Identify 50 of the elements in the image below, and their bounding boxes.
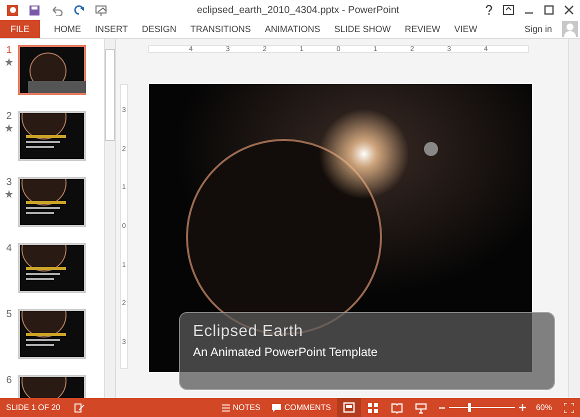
slide-thumbnail[interactable] [18, 45, 86, 95]
zoom-out-button[interactable] [438, 404, 445, 410]
slide-counter: SLIDE 1 OF 20 [6, 403, 60, 412]
normal-view-button[interactable] [336, 398, 361, 417]
vertical-scrollbar[interactable] [568, 39, 580, 398]
fit-to-window-icon[interactable] [564, 402, 574, 412]
zoom-level: 60% [536, 403, 552, 412]
slide-thumbnail[interactable] [18, 111, 86, 161]
slide-number: 1 [6, 45, 12, 56]
scrollbar-thumb[interactable] [105, 49, 115, 141]
ribbon-tab[interactable]: VIEW [454, 24, 478, 34]
ribbon-tab[interactable]: SLIDE SHOW [334, 24, 391, 34]
lines-icon [222, 404, 230, 412]
close-icon[interactable] [564, 5, 574, 15]
reading-view-icon [390, 402, 403, 414]
undo-icon[interactable] [50, 4, 64, 16]
ribbon-tab[interactable]: REVIEW [404, 24, 440, 34]
file-tab[interactable]: FILE [0, 20, 40, 38]
help-icon[interactable] [485, 5, 493, 15]
ribbon-tab[interactable]: ANIMATIONS [264, 24, 320, 34]
ribbon-tab[interactable]: DESIGN [142, 24, 176, 34]
speech-bubble-icon [272, 404, 282, 412]
ribbon-tab[interactable]: TRANSITIONS [190, 24, 251, 34]
spelling-icon[interactable] [74, 402, 86, 412]
slide-number: 6 [6, 375, 12, 386]
save-icon[interactable] [29, 4, 40, 16]
slide-number: 4 [6, 243, 12, 254]
slide-number: 2 [6, 111, 12, 122]
zoom-slider-thumb[interactable] [468, 403, 472, 412]
slide-title: Eclipsed Earth [193, 323, 304, 341]
slide-subtitle: An Animated PowerPoint Template [193, 345, 379, 359]
maximize-icon[interactable] [544, 5, 554, 15]
slide-thumbnail[interactable] [18, 243, 86, 293]
normal-view-icon [342, 402, 355, 414]
slideshow-view-icon [414, 402, 427, 414]
ribbon-tab[interactable]: INSERT [95, 24, 128, 34]
notes-button[interactable]: NOTES [216, 403, 266, 412]
redo-icon[interactable] [74, 4, 85, 16]
comments-button[interactable]: COMMENTS [266, 403, 337, 412]
slide-number: 3 [6, 177, 12, 188]
slide-number: 5 [6, 309, 12, 320]
ribbon-display-icon[interactable] [503, 5, 514, 15]
sorter-view-icon [366, 402, 379, 414]
window-title: eclipsed_earth_2010_4304.pptx - PowerPoint [196, 4, 400, 16]
slide-thumbnail[interactable] [18, 309, 86, 359]
app-logo-icon[interactable] [6, 4, 19, 16]
sign-in-link[interactable]: Sign in [518, 23, 558, 35]
ribbon-tab[interactable]: HOME [54, 24, 81, 34]
slide-thumbnail[interactable] [18, 177, 86, 227]
zoom-in-button[interactable] [518, 404, 526, 411]
